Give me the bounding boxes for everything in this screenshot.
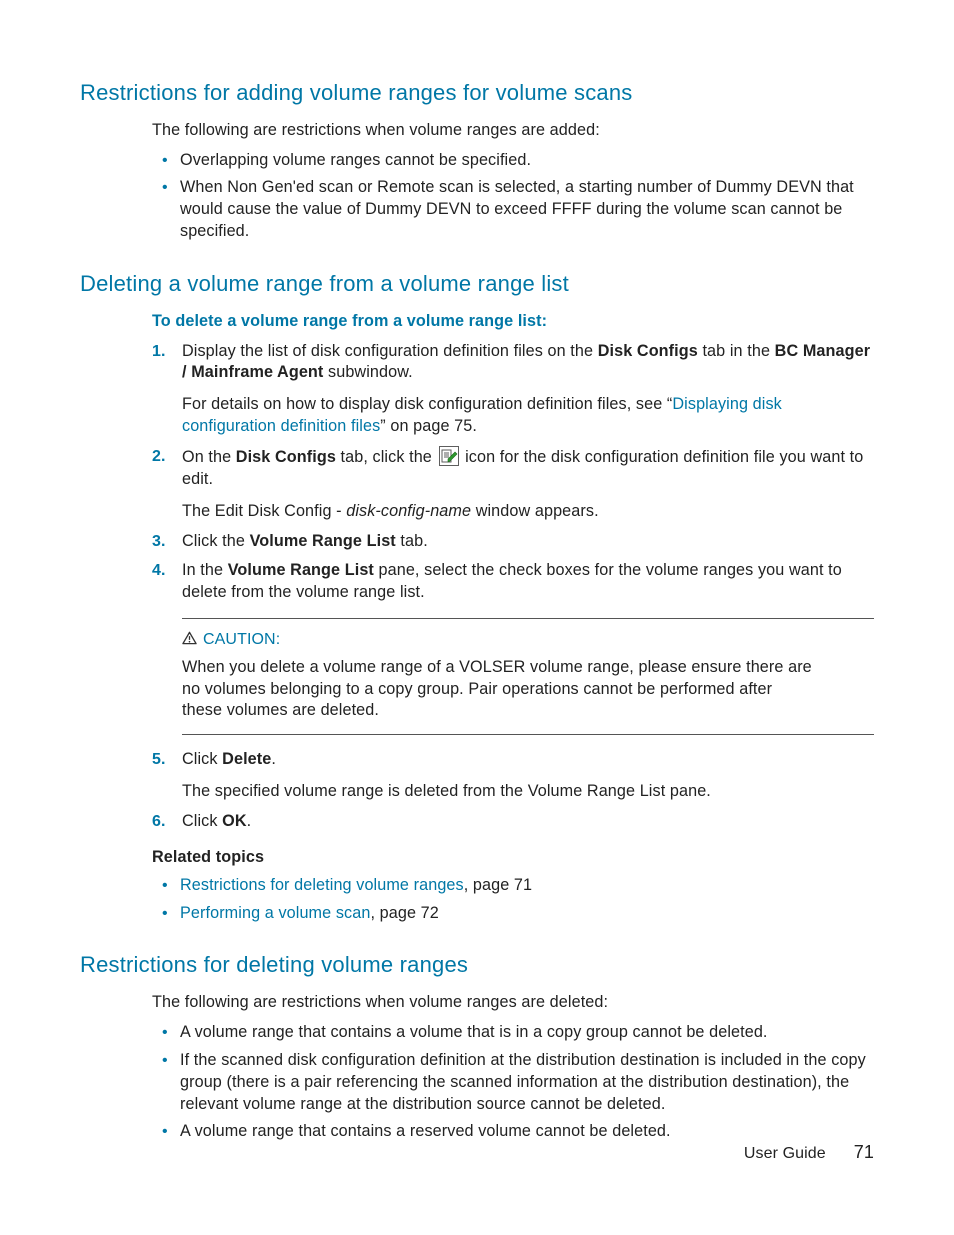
text: . xyxy=(247,812,252,830)
footer-label: User Guide xyxy=(744,1145,826,1162)
link-performing-scan[interactable]: Performing a volume scan xyxy=(180,904,370,922)
list-item: Overlapping volume ranges cannot be spec… xyxy=(180,150,874,172)
intro-text: The following are restrictions when volu… xyxy=(152,120,874,142)
bold-text: Volume Range List xyxy=(250,532,396,550)
caution-box: CAUTION: When you delete a volume range … xyxy=(182,618,874,735)
text: Click xyxy=(182,812,222,830)
text: ” on page 75. xyxy=(380,417,477,435)
bold-text: Disk Configs xyxy=(236,448,336,466)
section-body: To delete a volume range from a volume r… xyxy=(80,311,874,925)
step-note: The Edit Disk Config - disk-config-name … xyxy=(182,501,874,523)
bullet-list: Overlapping volume ranges cannot be spec… xyxy=(152,150,874,243)
step-item: On the Disk Configs tab, click the icon … xyxy=(152,446,874,523)
text: Display the list of disk configuration d… xyxy=(182,342,598,360)
list-item: Performing a volume scan, page 72 xyxy=(180,903,874,925)
page-number: 71 xyxy=(854,1142,874,1162)
procedure-title: To delete a volume range from a volume r… xyxy=(152,311,874,333)
list-item: When Non Gen'ed scan or Remote scan is s… xyxy=(180,177,874,243)
step-note: For details on how to display disk confi… xyxy=(182,394,874,438)
text: window appears. xyxy=(471,502,599,520)
edit-icon xyxy=(439,446,459,466)
related-topics-heading: Related topics xyxy=(152,847,874,869)
text: . xyxy=(271,750,276,768)
bold-text: Delete xyxy=(222,750,271,768)
heading-restrictions-adding: Restrictions for adding volume ranges fo… xyxy=(80,78,874,108)
caution-label: CAUTION: xyxy=(203,631,280,648)
intro-text: The following are restrictions when volu… xyxy=(152,992,874,1014)
bold-text: Disk Configs xyxy=(598,342,698,360)
text: Click the xyxy=(182,532,250,550)
step-item: Click the Volume Range List tab. xyxy=(152,531,874,553)
step-item: Display the list of disk configuration d… xyxy=(152,341,874,438)
page-footer: User Guide 71 xyxy=(744,1140,874,1165)
italic-text: disk-config-name xyxy=(346,502,471,520)
text: The Edit Disk Config - xyxy=(182,502,346,520)
list-item: If the scanned disk configuration defini… xyxy=(180,1050,874,1116)
related-list: Restrictions for deleting volume ranges,… xyxy=(152,875,874,925)
bullet-list: A volume range that contains a volume th… xyxy=(152,1022,874,1143)
caution-heading: CAUTION: xyxy=(182,629,814,651)
text: tab. xyxy=(396,532,428,550)
caution-icon xyxy=(182,630,197,644)
bold-text: OK xyxy=(222,812,246,830)
text: For details on how to display disk confi… xyxy=(182,395,672,413)
step-text: Display the list of disk configuration d… xyxy=(182,342,870,382)
text: , page 72 xyxy=(370,904,438,922)
heading-deleting-range: Deleting a volume range from a volume ra… xyxy=(80,269,874,299)
heading-restrictions-deleting: Restrictions for deleting volume ranges xyxy=(80,950,874,980)
step-text: On the Disk Configs tab, click the icon … xyxy=(182,448,863,488)
step-item: Click OK. xyxy=(152,811,874,833)
link-restrictions-deleting[interactable]: Restrictions for deleting volume ranges xyxy=(180,876,464,894)
list-item: Restrictions for deleting volume ranges,… xyxy=(180,875,874,897)
list-item: A volume range that contains a volume th… xyxy=(180,1022,874,1044)
steps-list-cont: Click Delete. The specified volume range… xyxy=(152,749,874,833)
text: , page 71 xyxy=(464,876,532,894)
step-item: Click Delete. The specified volume range… xyxy=(152,749,874,803)
text: tab in the xyxy=(698,342,775,360)
text: tab, click the xyxy=(336,448,437,466)
step-note: The specified volume range is deleted fr… xyxy=(182,781,874,803)
step-item: In the Volume Range List pane, select th… xyxy=(152,560,874,604)
text: In the xyxy=(182,561,228,579)
text: Click xyxy=(182,750,222,768)
text: subwindow. xyxy=(323,363,412,381)
section-body: The following are restrictions when volu… xyxy=(80,992,874,1143)
page: Restrictions for adding volume ranges fo… xyxy=(0,0,954,1235)
text: On the xyxy=(182,448,236,466)
bold-text: Volume Range List xyxy=(228,561,374,579)
section-body: The following are restrictions when volu… xyxy=(80,120,874,243)
steps-list: Display the list of disk configuration d… xyxy=(152,341,874,605)
caution-text: When you delete a volume range of a VOLS… xyxy=(182,657,814,723)
